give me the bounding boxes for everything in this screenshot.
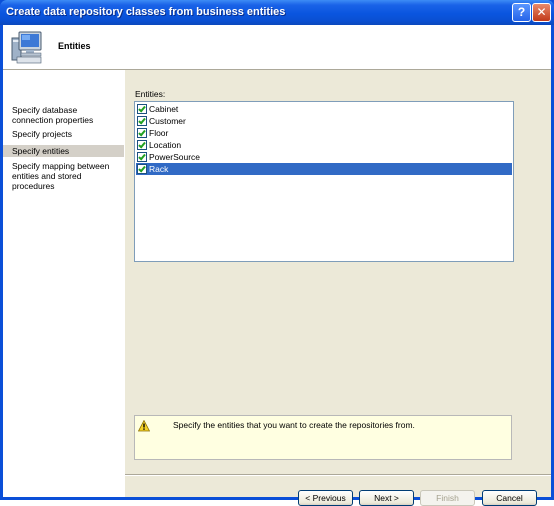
checkbox[interactable] — [137, 128, 147, 138]
entity-item[interactable]: Cabinet — [136, 103, 512, 115]
cancel-button[interactable]: Cancel — [482, 490, 537, 506]
help-icon: ? — [517, 5, 526, 19]
step-label-line: Specify mapping between — [12, 161, 110, 171]
warning-icon — [138, 420, 150, 432]
checkbox[interactable] — [137, 140, 147, 150]
info-panel: Specify the entities that you want to cr… — [134, 415, 512, 460]
close-icon: ✕ — [536, 5, 547, 19]
entity-item[interactable]: Floor — [136, 127, 512, 139]
previous-button[interactable]: < Previous — [298, 490, 353, 506]
computer-icon — [11, 31, 42, 64]
checkbox[interactable] — [137, 152, 147, 162]
entity-name: Rack — [149, 164, 169, 174]
step-label-line: Specify projects — [12, 129, 72, 139]
step-label-line: Specify entities — [12, 146, 70, 156]
entities-label: Entities: — [135, 89, 166, 99]
entity-item[interactable]: PowerSource — [136, 151, 512, 163]
entity-item[interactable]: Customer — [136, 115, 512, 127]
entity-name: Customer — [149, 116, 186, 126]
step-label-line: procedures — [12, 181, 55, 191]
checkbox[interactable] — [137, 116, 147, 126]
entity-item-selected[interactable]: Rack — [136, 163, 512, 175]
checkbox[interactable] — [137, 104, 147, 114]
checkbox[interactable] — [137, 164, 147, 174]
wizard-header: Entities — [3, 25, 551, 70]
window-title: Create data repository classes from busi… — [6, 6, 286, 18]
step-projects[interactable]: Specify projects — [3, 129, 124, 139]
dialog-body: Entities Specify database connection pro… — [3, 25, 551, 506]
step-mapping[interactable]: Specify mapping between entities and sto… — [3, 161, 124, 191]
entity-name: PowerSource — [149, 152, 201, 162]
page-title: Entities — [58, 41, 91, 51]
step-label-line: connection properties — [12, 115, 94, 125]
entities-listbox[interactable]: Cabinet Customer Floor Location PowerSou… — [134, 101, 514, 262]
close-button[interactable]: ✕ — [532, 3, 551, 22]
title-bar[interactable]: Create data repository classes from busi… — [0, 0, 554, 25]
info-text: Specify the entities that you want to cr… — [173, 420, 415, 430]
step-label-line: entities and stored — [12, 171, 82, 181]
step-label-line: Specify database — [12, 105, 78, 115]
main-panel: Entities: Cabinet Customer Floor Locatio… — [125, 70, 551, 506]
wizard-window: Create data repository classes from busi… — [0, 0, 554, 506]
step-entities[interactable]: Specify entities — [3, 145, 124, 157]
entity-name: Location — [149, 140, 182, 150]
entity-item[interactable]: Location — [136, 139, 512, 151]
wizard-steps: Specify database connection properties S… — [3, 70, 125, 497]
step-database-connection[interactable]: Specify database connection properties — [3, 105, 124, 125]
finish-button[interactable]: Finish — [420, 490, 475, 506]
entity-name: Floor — [149, 128, 169, 138]
help-button[interactable]: ? — [512, 3, 531, 22]
divider — [125, 474, 551, 476]
entity-name: Cabinet — [149, 104, 179, 114]
next-button[interactable]: Next > — [359, 490, 414, 506]
